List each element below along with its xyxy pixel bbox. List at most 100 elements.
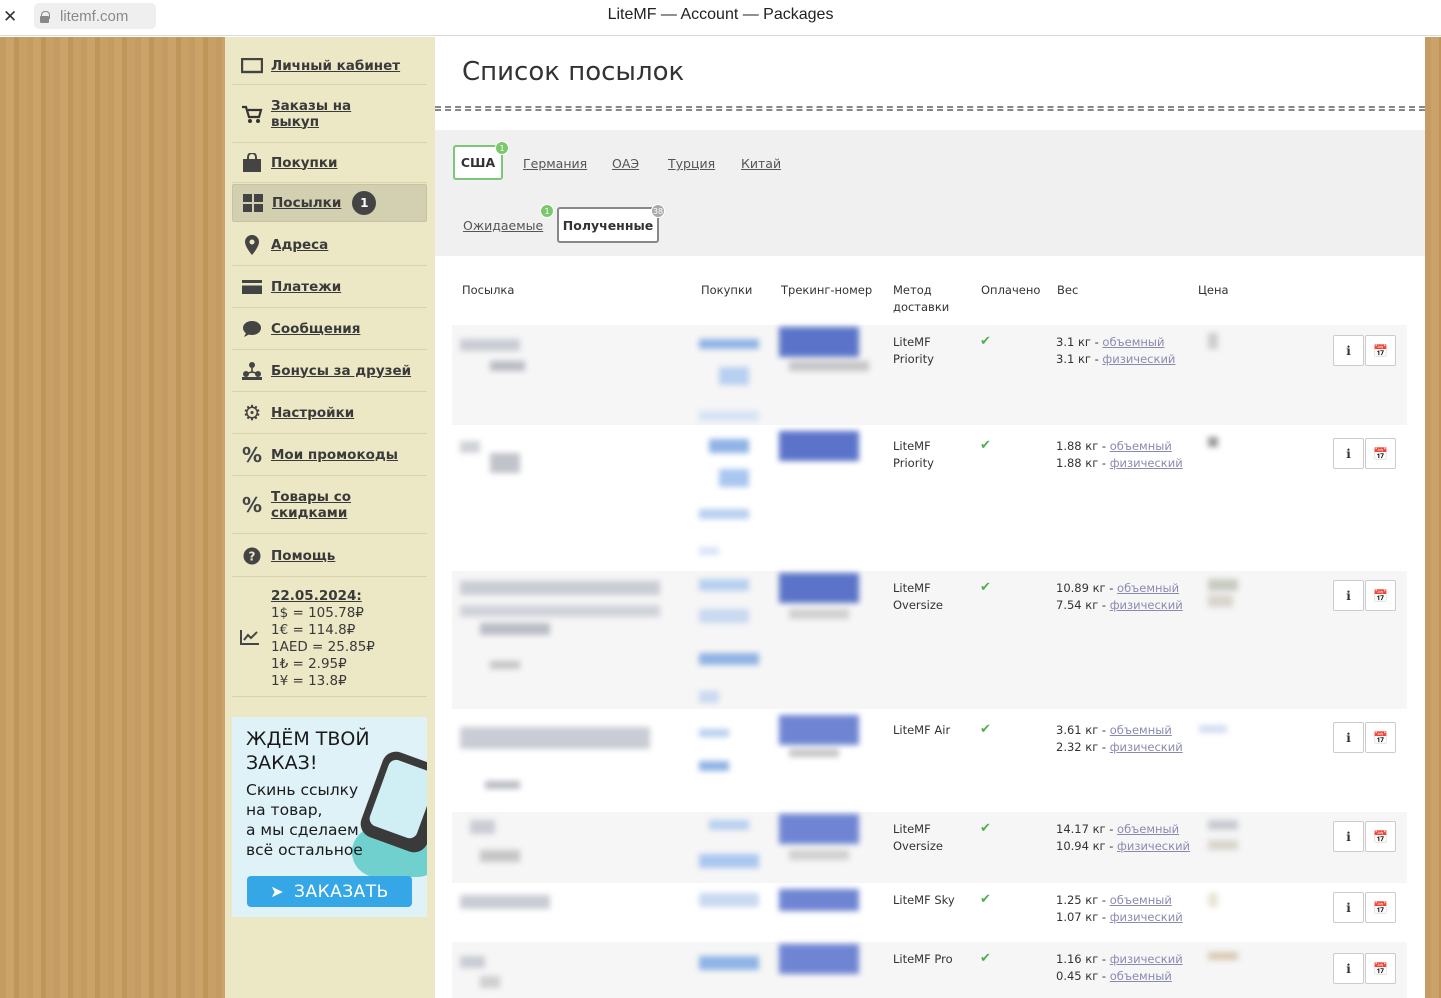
people-icon <box>240 359 264 383</box>
info-icon: i <box>1346 446 1351 461</box>
sidebar-item-label: Товары со скидками <box>271 488 351 521</box>
cart-icon <box>240 102 264 126</box>
percent-icon: % <box>241 492 263 517</box>
chat-icon <box>240 317 264 341</box>
info-icon: i <box>1346 343 1351 358</box>
sidebar-item-account[interactable]: Личный кабинет <box>232 47 427 85</box>
col-paid: Оплачено <box>981 283 1041 297</box>
info-button[interactable]: i <box>1333 953 1364 984</box>
packages-count-badge: 1 <box>352 191 377 215</box>
sidebar-item-label: Мои промокоды <box>271 446 398 463</box>
page-title: Список посылок <box>462 57 685 87</box>
tab-germany[interactable]: Германия <box>523 156 587 171</box>
table-row[interactable]: LiteMF Air ✔ 3.61 кг - объемный 2.32 кг -… <box>452 713 1407 809</box>
col-package: Посылка <box>462 283 515 297</box>
info-button[interactable]: i <box>1333 722 1364 753</box>
delivery-method: LiteMF Priority <box>893 439 934 470</box>
info-button[interactable]: i <box>1333 580 1364 611</box>
weight: 14.17 кг - объемный 10.94 кг - физический <box>1056 822 1191 853</box>
sidebar-item-label: Покупки <box>271 154 338 171</box>
info-button[interactable]: i <box>1333 821 1364 852</box>
sidebar-item-payments[interactable]: Платежи <box>232 266 427 308</box>
table-row[interactable]: LiteMF Sky ✔ 1.25 кг - объемный 1.07 кг -… <box>452 883 1407 939</box>
map-pin-icon <box>240 233 264 257</box>
calendar-button[interactable]: 📅 <box>1365 722 1396 753</box>
sidebar-item-help[interactable]: ? Помощь <box>232 535 427 577</box>
sidebar-item-purchases[interactable]: Покупки <box>232 143 427 183</box>
sidebar: Личный кабинет Заказы на выкуп Покупки П… <box>225 37 435 998</box>
order-button[interactable]: ➤ ЗАКАЗАТЬ <box>247 876 412 907</box>
sidebar-item-addresses[interactable]: Адреса <box>232 224 427 266</box>
sidebar-item-buyout-orders[interactable]: Заказы на выкуп <box>232 85 427 143</box>
sidebar-item-packages[interactable]: Посылки 1 <box>232 184 427 222</box>
col-price: Цена <box>1198 283 1229 297</box>
check-icon: ✔ <box>980 334 991 349</box>
sidebar-item-label: Адреса <box>271 236 329 253</box>
table-row[interactable]: LiteMF Priority ✔ 3.1 кг - объемный 3.1 к… <box>452 325 1407 425</box>
help-icon: ? <box>240 544 264 568</box>
main-content: Список посылок США 1 Германия ОАЭ Турция… <box>435 37 1425 998</box>
sidebar-item-promocodes[interactable]: % Мои промокоды <box>232 434 427 476</box>
rates-date[interactable]: 22.05.2024: <box>271 588 375 605</box>
weight: 1.16 кг - физический 0.45 кг - объемный <box>1056 952 1183 983</box>
svg-text:?: ? <box>249 549 256 563</box>
calendar-button[interactable]: 📅 <box>1365 580 1396 611</box>
tab-china[interactable]: Китай <box>741 156 781 171</box>
received-count-badge: 38 <box>651 204 665 218</box>
delivery-method: LiteMF Priority <box>893 335 934 366</box>
info-button[interactable]: i <box>1333 438 1364 469</box>
sidebar-item-label: Личный кабинет <box>271 57 401 74</box>
check-icon: ✔ <box>980 821 991 836</box>
title-divider <box>435 106 1425 111</box>
rate-cny: 1¥ = 13.8₽ <box>271 673 347 689</box>
tab-uae[interactable]: ОАЭ <box>612 156 639 171</box>
weight: 3.1 кг - объемный 3.1 кг - физический <box>1056 335 1176 366</box>
page-background-right <box>1425 37 1441 998</box>
delivery-method: LiteMF Oversize <box>893 581 943 612</box>
tab-received[interactable]: Полученные <box>557 207 659 243</box>
sidebar-item-label: Посылки <box>272 195 342 211</box>
calendar-button[interactable]: 📅 <box>1365 953 1396 984</box>
weight: 10.89 кг - объемный 7.54 кг - физический <box>1056 581 1183 612</box>
rate-usd: 1$ = 105.78₽ <box>271 605 364 621</box>
sidebar-item-label: Настройки <box>271 404 355 421</box>
info-button[interactable]: i <box>1333 892 1364 923</box>
rate-try: 1₺ = 2.95₽ <box>271 656 347 672</box>
col-tracking: Трекинг-номер <box>781 283 873 297</box>
promo-text: Скинь ссылку на товар, а мы сделаем всё … <box>246 781 363 859</box>
page-background-left <box>0 37 225 998</box>
col-weight: Вес <box>1057 283 1079 297</box>
col-purchases: Покупки <box>701 283 753 297</box>
rate-eur: 1€ = 114.8₽ <box>271 622 356 638</box>
calendar-button[interactable]: 📅 <box>1365 892 1396 923</box>
delivery-method: LiteMF Pro <box>893 952 953 966</box>
expected-count-badge: 1 <box>540 204 554 218</box>
col-method: Метод доставки <box>893 283 950 314</box>
sidebar-item-messages[interactable]: Сообщения <box>232 308 427 350</box>
sidebar-item-referral-bonuses[interactable]: Бонусы за друзей <box>232 350 427 392</box>
usa-count-badge: 1 <box>495 141 509 155</box>
order-button-label: ЗАКАЗАТЬ <box>294 881 389 902</box>
info-icon: i <box>1346 900 1351 915</box>
calendar-icon: 📅 <box>1373 343 1388 358</box>
promo-headline: ЖДЁМ ТВОЙ ЗАКАЗ! <box>246 728 370 774</box>
sidebar-item-label: Платежи <box>271 278 342 295</box>
sidebar-item-discount-goods[interactable]: % Товары со скидками <box>232 476 427 534</box>
check-icon: ✔ <box>980 951 991 966</box>
tab-expected[interactable]: Ожидаемые <box>463 218 543 233</box>
chart-icon <box>240 629 264 650</box>
table-row[interactable]: LiteMF Priority ✔ 1.88 кг - объемный 1.88… <box>452 429 1407 567</box>
info-icon: i <box>1346 961 1351 976</box>
table-row[interactable]: LiteMF Pro ✔ 1.16 кг - физический 0.45 кг… <box>452 942 1407 998</box>
sidebar-item-settings[interactable]: ⚙ Настройки <box>232 392 427 434</box>
info-button[interactable]: i <box>1333 335 1364 366</box>
bag-icon <box>240 151 264 175</box>
tab-turkey[interactable]: Турция <box>668 156 715 171</box>
sidebar-item-label: Сообщения <box>271 320 361 337</box>
percent-icon: % <box>241 442 263 467</box>
calendar-button[interactable]: 📅 <box>1365 438 1396 469</box>
calendar-button[interactable]: 📅 <box>1365 821 1396 852</box>
calendar-button[interactable]: 📅 <box>1365 335 1396 366</box>
browser-bar: ✕ litemf.com LiteMF — Account — Packages <box>0 0 1441 36</box>
table-row[interactable]: ⁣ LiteMF Oversize ✔ 10.89 кг - объемный7… <box>452 571 1407 709</box>
